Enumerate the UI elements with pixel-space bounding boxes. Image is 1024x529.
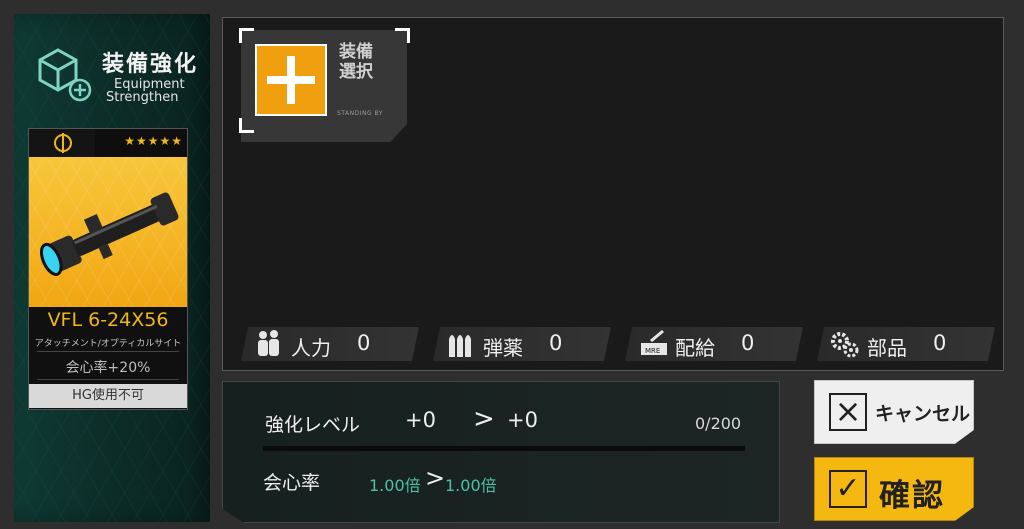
slot-status: STANDING BY	[337, 110, 383, 117]
svg-text:MRE: MRE	[645, 347, 660, 355]
confirm-label: 確認	[879, 478, 945, 514]
slot-label-line1: 装備	[339, 42, 373, 62]
equipment-stat: 会心率+20%	[65, 360, 151, 376]
ration-icon: MRE	[641, 329, 667, 355]
exp-progress-bar	[263, 446, 745, 451]
divider	[37, 379, 179, 380]
current-level: +0	[405, 408, 436, 432]
crit-rate-current: 1.00倍	[369, 476, 421, 495]
resource-ration: MRE 配給 0	[625, 327, 803, 361]
equipment-cube-icon	[38, 48, 92, 102]
resource-label: 人力	[291, 336, 331, 360]
page-subtitle-line2: Strengthen	[106, 90, 179, 105]
slot-label-line2: 選択	[339, 62, 373, 82]
cancel-label: キャンセル	[875, 403, 971, 425]
resource-value: 0	[357, 331, 371, 355]
equipment-slot-badge	[29, 129, 95, 157]
corner-bracket	[395, 28, 410, 43]
equipment-card[interactable]: ★★★★★ VFL 6-24X56 アタッチメント/オプティカルサイト 会心率+…	[28, 128, 188, 410]
divider	[37, 351, 179, 352]
enhance-stats-panel: 強化レベル +0 > +0 0/200 会心率 1.00倍 > 1.00倍	[222, 381, 780, 523]
checkmark-icon: ✓	[829, 470, 867, 508]
resource-ammo: 弾薬 0	[433, 327, 611, 361]
equipment-type: アタッチメント/オプティカルサイト	[34, 339, 182, 349]
next-level: +0	[507, 408, 538, 432]
parts-icon	[831, 332, 859, 358]
resource-parts: 部品 0	[817, 327, 995, 361]
page-title: 装備強化	[102, 52, 199, 77]
manpower-icon	[258, 330, 279, 356]
equipment-select-slot[interactable]: 装備 選択 STANDING BY	[241, 30, 407, 142]
resource-manpower: 人力 0	[241, 327, 419, 361]
resource-label: 配給	[675, 336, 715, 360]
card-header: ★★★★★	[29, 129, 187, 157]
resource-label: 弾薬	[483, 336, 523, 360]
equipment-name: VFL 6-24X56	[47, 309, 169, 331]
rarity-stars: ★★★★★	[124, 134, 183, 148]
resource-value: 0	[741, 331, 755, 355]
crit-rate-next: 1.00倍	[445, 476, 497, 495]
ammo-icon	[449, 335, 471, 357]
resource-value: 0	[549, 331, 563, 355]
crit-arrow: >	[425, 464, 446, 492]
crit-rate-label: 会心率	[263, 472, 321, 494]
confirm-button[interactable]: ✓ 確認	[814, 457, 974, 521]
corner-bracket	[239, 118, 254, 133]
exp-counter: 0/200	[695, 414, 742, 433]
equipment-restriction: HG使用不可	[29, 384, 187, 408]
close-icon: ×	[829, 393, 867, 431]
material-panel: 装備 選択 STANDING BY 人力 0 弾薬 0 MRE 配給 0 部品 …	[222, 17, 1004, 371]
cancel-button[interactable]: × キャンセル	[814, 380, 974, 444]
resource-label: 部品	[867, 336, 907, 360]
corner-bracket	[239, 28, 254, 43]
scope-reticle-icon	[54, 133, 72, 153]
enhance-level-label: 強化レベル	[265, 414, 361, 436]
level-arrow: >	[473, 404, 495, 434]
resource-value: 0	[933, 331, 947, 355]
equipment-image	[29, 157, 187, 307]
plus-icon	[255, 44, 327, 116]
slot-label: 装備 選択	[339, 42, 379, 82]
scope-icon	[39, 192, 179, 276]
